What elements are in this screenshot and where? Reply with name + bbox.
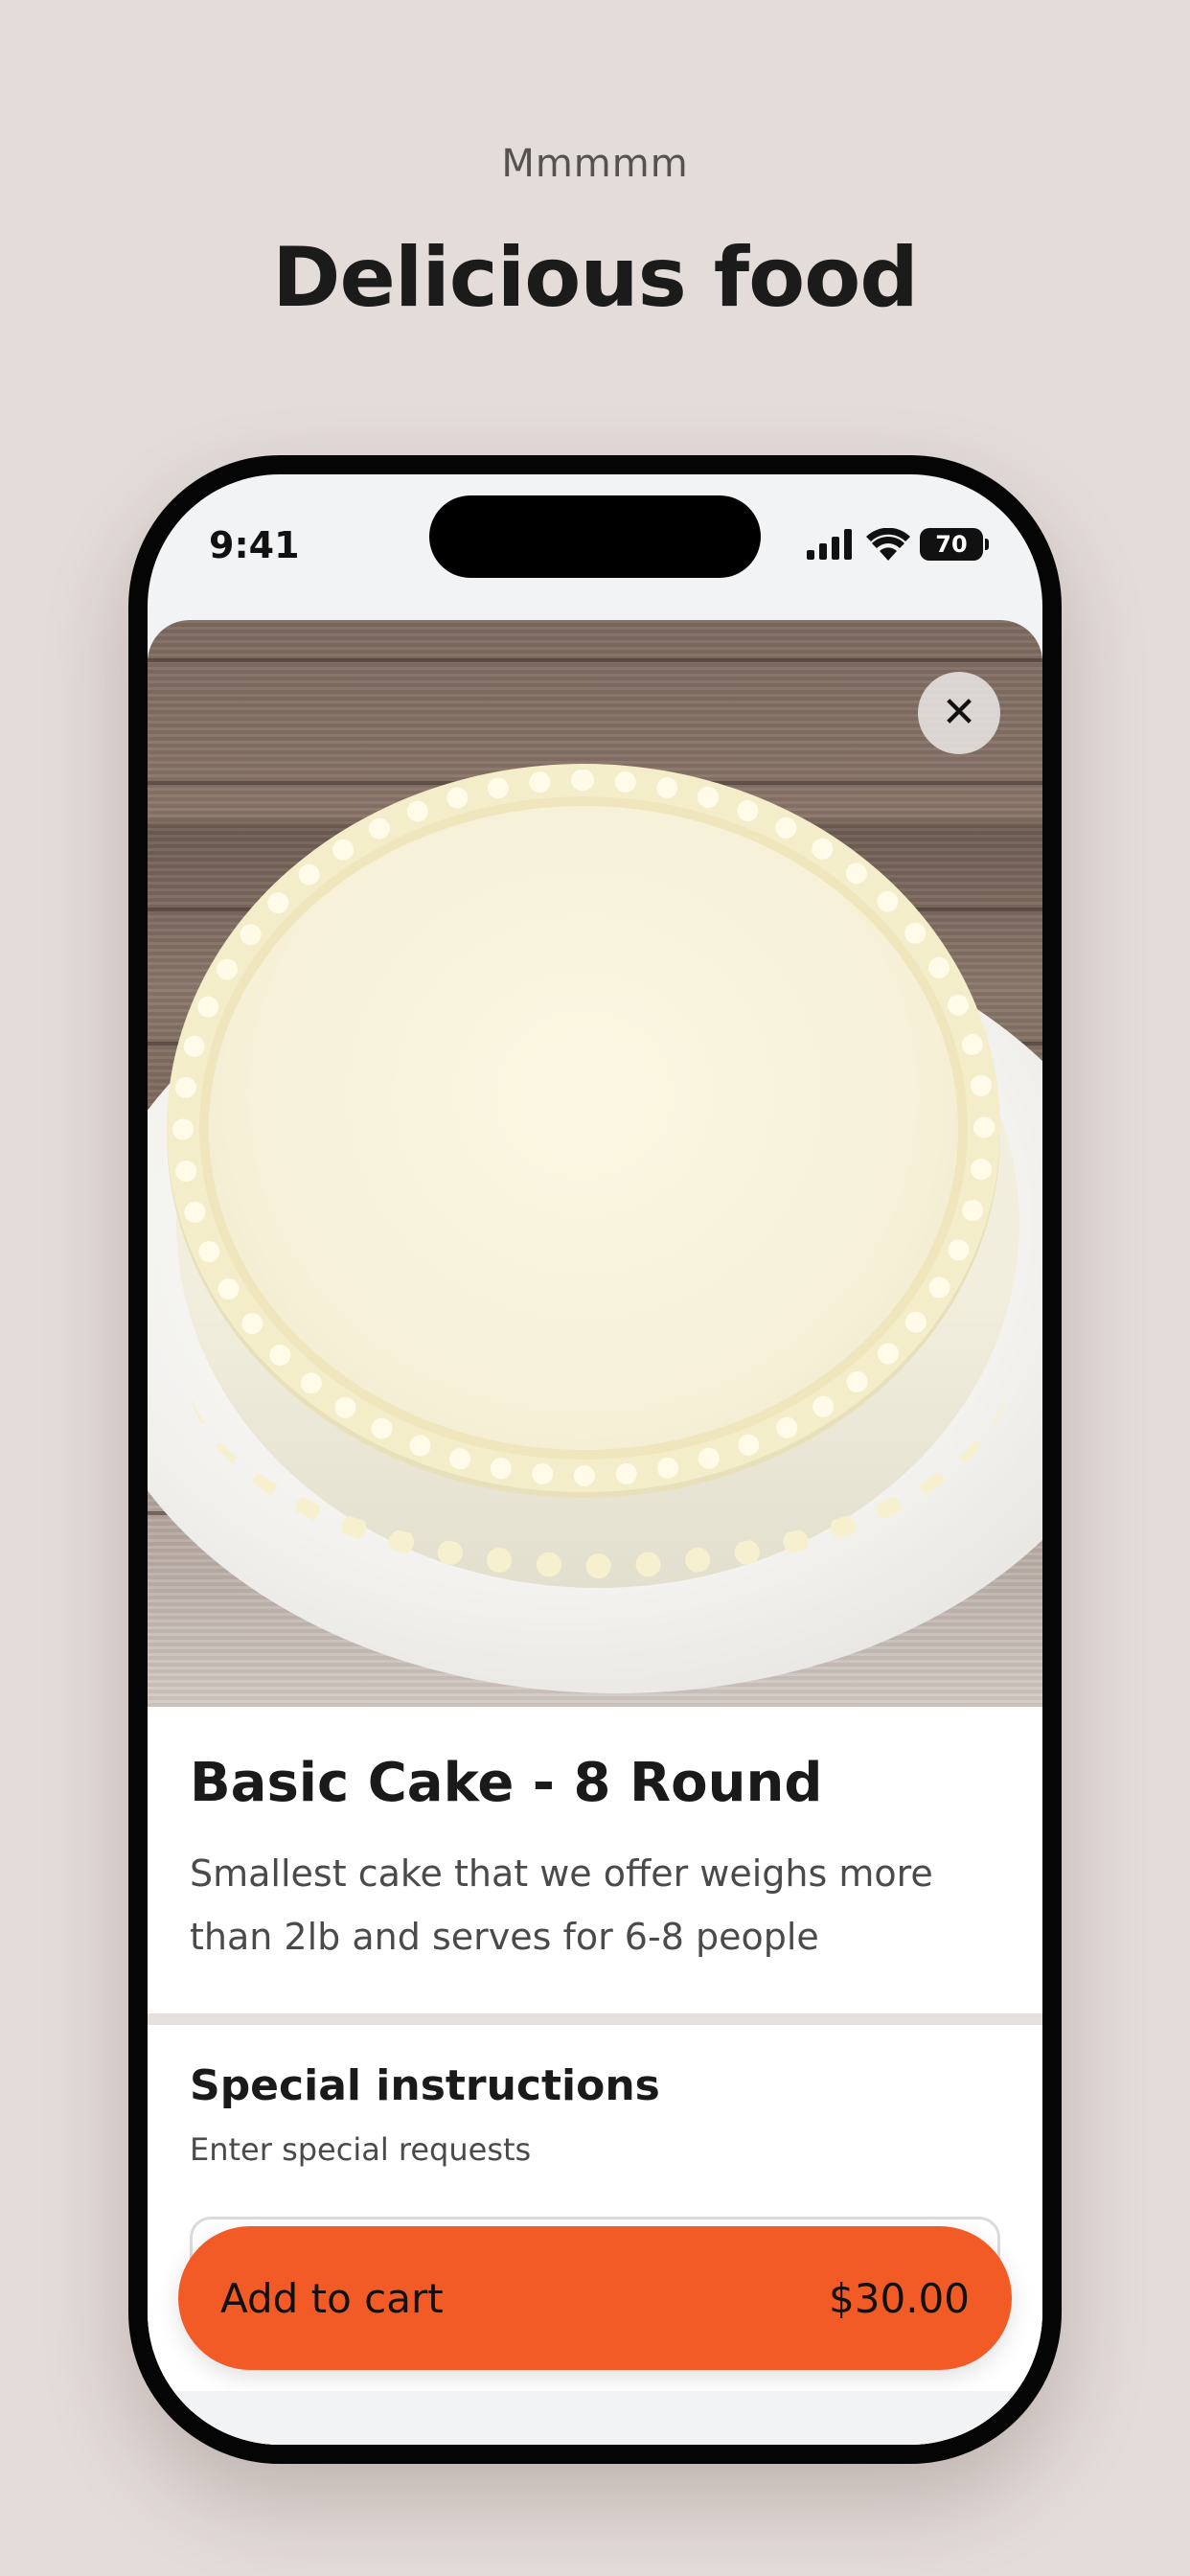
cake-piping <box>172 770 995 1486</box>
wood-plank-line <box>148 658 1042 662</box>
special-instructions-title: Special instructions <box>190 2061 660 2110</box>
add-to-cart-label: Add to cart <box>220 2274 444 2322</box>
status-icons: 70 <box>807 528 989 561</box>
close-icon: ✕ <box>941 688 977 737</box>
section-divider <box>148 2013 1042 2025</box>
promo-title: Delicious food <box>272 230 919 326</box>
phone-frame: 9:41 70 ✕ Basic Cake - 8 Round Smallest … <box>128 455 1062 2464</box>
phone-screen: 9:41 70 ✕ Basic Cake - 8 Round Smallest … <box>148 474 1042 2445</box>
special-instructions-section: Special instructions Enter special reque… <box>190 2061 1000 2168</box>
product-info: Basic Cake - 8 Round Smallest cake that … <box>190 1752 1000 1968</box>
product-image: ✕ <box>148 620 1042 1707</box>
add-to-cart-button[interactable]: Add to cart $30.00 <box>178 2226 1012 2370</box>
cart-price: $30.00 <box>829 2274 970 2322</box>
product-sheet: ✕ Basic Cake - 8 Round Smallest cake tha… <box>148 620 1042 2445</box>
product-title: Basic Cake - 8 Round <box>190 1752 823 1814</box>
battery-icon: 70 <box>920 528 989 561</box>
close-button[interactable]: ✕ <box>918 672 1000 754</box>
status-time: 9:41 <box>209 524 300 566</box>
status-bar: 9:41 70 <box>148 474 1042 618</box>
wifi-icon <box>866 528 910 561</box>
promo-subtitle: Mmmmm <box>501 142 689 186</box>
product-description: Smallest cake that we offer weighs more … <box>190 1852 933 1958</box>
battery-level: 70 <box>935 531 968 558</box>
signal-icon <box>807 529 852 560</box>
home-indicator-area <box>148 2391 1042 2445</box>
dynamic-island <box>429 495 761 578</box>
special-instructions-subtitle: Enter special requests <box>190 2131 532 2168</box>
